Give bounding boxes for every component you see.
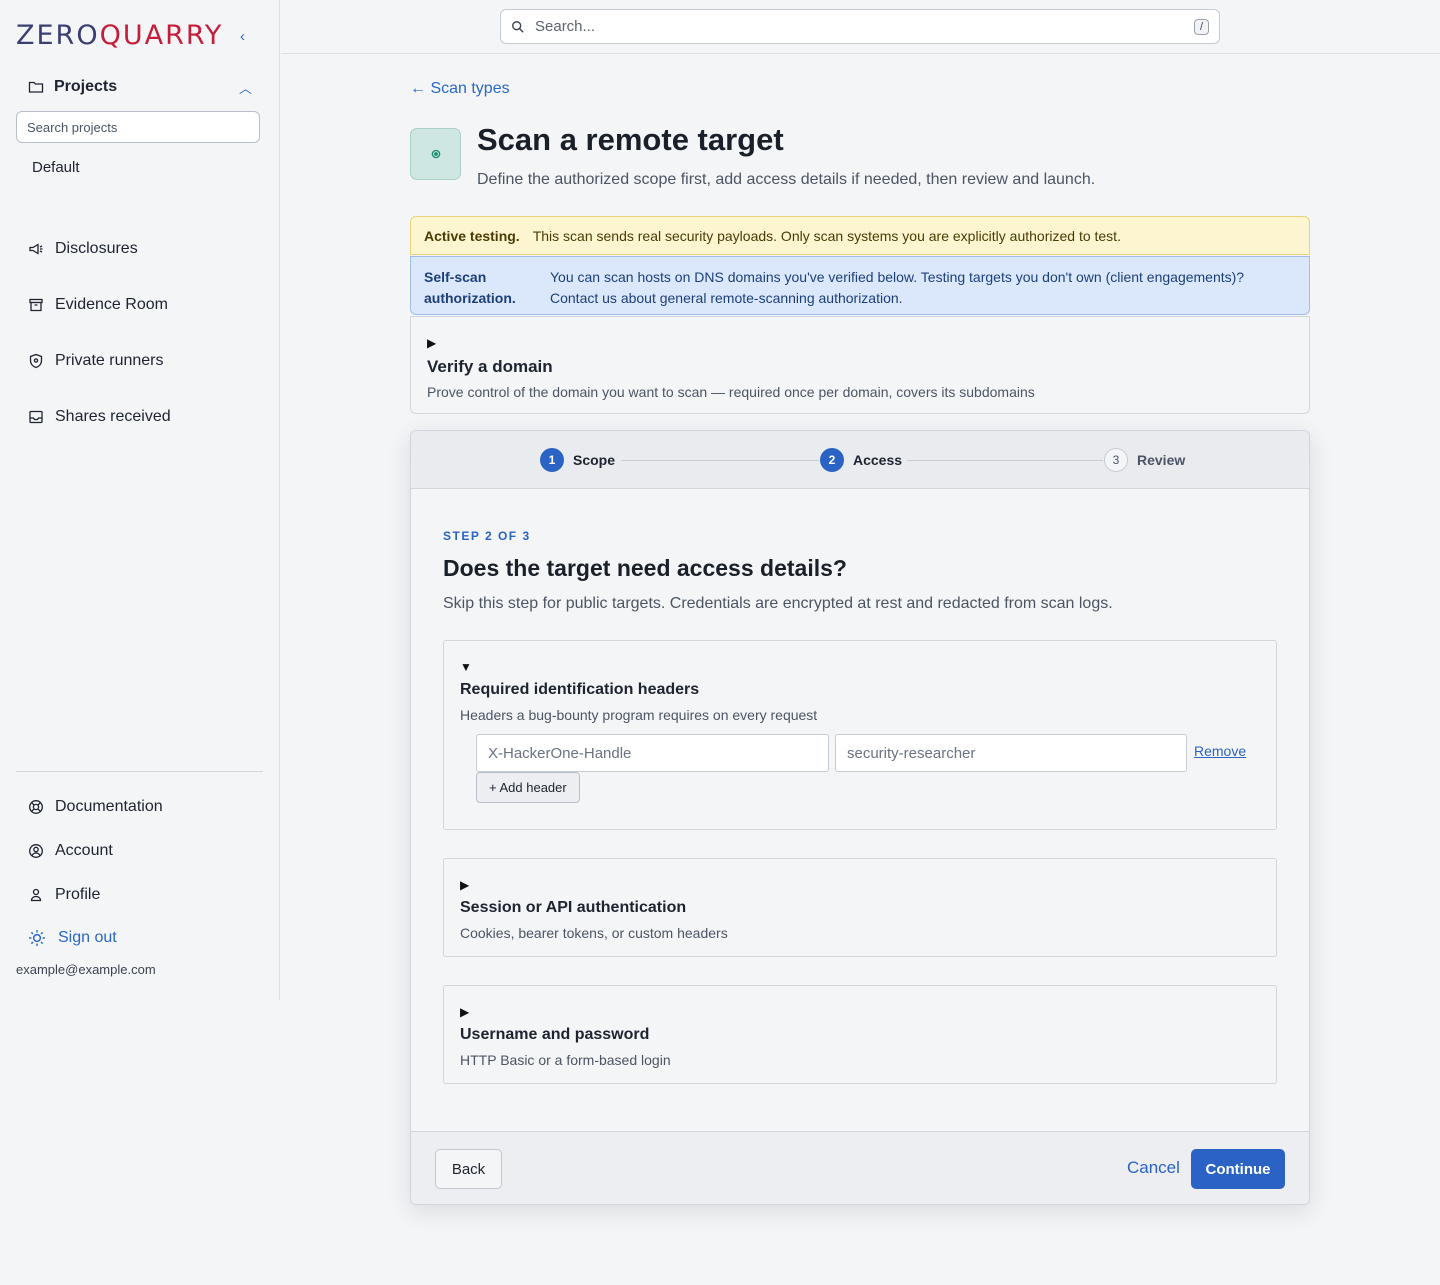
self-scan-info: Self-scan authorization. You can scan ho… xyxy=(410,256,1310,315)
search-projects-input[interactable] xyxy=(16,111,260,143)
sidebar-divider xyxy=(16,771,263,772)
target-icon xyxy=(431,149,440,159)
step-desc: Skip this step for public targets. Crede… xyxy=(443,595,1113,612)
page-subtitle: Define the authorized scope first, add a… xyxy=(477,171,1096,188)
identification-headers-section: ▼ Required identification headers Header… xyxy=(443,640,1277,830)
brand-left: ZERO xyxy=(16,20,100,51)
global-search-input[interactable] xyxy=(535,18,1194,35)
global-search[interactable]: / xyxy=(500,9,1220,44)
section-desc: Cookies, bearer tokens, or custom header… xyxy=(460,925,728,941)
cancel-button[interactable]: Cancel xyxy=(1127,1158,1180,1178)
wizard-stepper: 1 Scope 2 Access 3 Review xyxy=(411,431,1309,489)
verify-domain-title: Verify a domain xyxy=(427,357,553,376)
active-testing-warning: Active testing. This scan sends real sec… xyxy=(410,216,1310,255)
sun-icon xyxy=(29,930,45,946)
nav-label: Sign out xyxy=(58,929,117,946)
nav-documentation[interactable]: Documentation xyxy=(28,796,163,818)
nav-private-runners[interactable]: Private runners xyxy=(28,350,164,372)
topbar: / xyxy=(281,0,1440,54)
nav-label: Account xyxy=(55,842,113,859)
step-connector xyxy=(907,460,1103,461)
back-to-scan-types-link[interactable]: ← Scan types xyxy=(410,80,510,98)
section-desc: HTTP Basic or a form-based login xyxy=(460,1052,671,1068)
nav-label: Disclosures xyxy=(55,240,138,257)
step-label: Review xyxy=(1137,452,1186,468)
chevron-up-icon: ︿ xyxy=(238,80,252,96)
project-item-default[interactable]: Default xyxy=(32,159,80,176)
shield-icon xyxy=(29,353,43,369)
step-label: Scope xyxy=(573,452,616,468)
step-number: 2 xyxy=(820,448,844,472)
step-review[interactable]: 3 Review xyxy=(1104,448,1185,472)
brand-logo[interactable]: ZEROQUARRY xyxy=(16,20,223,51)
add-header-button[interactable]: + Add header xyxy=(476,772,580,803)
disclosure-closed-icon[interactable]: ▶ xyxy=(460,878,469,892)
section-title: Required identification headers xyxy=(460,681,700,698)
nav-disclosures[interactable]: Disclosures xyxy=(28,238,138,260)
step-scope[interactable]: 1 Scope xyxy=(540,448,615,472)
step-kicker: STEP 2 OF 3 xyxy=(443,529,531,543)
sidebar: ZEROQUARRY ‹ Projects ︿ Default Disclosu… xyxy=(0,0,280,1000)
nav-label: Documentation xyxy=(55,798,163,815)
collapse-sidebar-icon[interactable]: ‹ xyxy=(240,28,245,45)
user-email: example@example.com xyxy=(16,962,156,977)
scan-type-icon-tile xyxy=(410,128,461,180)
archive-icon xyxy=(29,298,43,312)
page-title: Scan a remote target xyxy=(477,122,784,157)
section-title: Session or API authentication xyxy=(460,899,687,916)
section-desc: Headers a bug-bounty program requires on… xyxy=(460,707,818,723)
session-auth-section[interactable]: ▶ Session or API authentication Cookies,… xyxy=(443,858,1277,957)
scan-wizard: 1 Scope 2 Access 3 Review STEP 2 OF 3 Do… xyxy=(410,430,1310,1205)
header-name-input[interactable] xyxy=(476,734,829,772)
info-text: You can scan hosts on DNS domains you've… xyxy=(550,269,1245,306)
user-circle-icon xyxy=(29,844,43,858)
inbox-icon xyxy=(29,410,43,424)
info-label: Self-scan authorization. xyxy=(424,269,516,306)
user-icon xyxy=(30,888,42,902)
remove-header-link[interactable]: Remove xyxy=(1194,743,1246,759)
nav-profile[interactable]: Profile xyxy=(28,884,100,906)
projects-label: Projects xyxy=(54,78,118,95)
projects-toggle[interactable]: Projects ︿ xyxy=(28,76,252,98)
header-value-input[interactable] xyxy=(835,734,1187,772)
step-label: Access xyxy=(853,452,903,468)
disclosure-closed-icon[interactable]: ▶ xyxy=(460,1005,469,1019)
disclosure-closed-icon[interactable]: ▶ xyxy=(427,336,436,350)
verify-domain-panel[interactable]: ▶ Verify a domain Prove control of the d… xyxy=(410,316,1310,414)
back-button[interactable]: Back xyxy=(435,1149,502,1189)
step-number: 1 xyxy=(540,448,564,472)
disclosure-open-icon[interactable]: ▼ xyxy=(460,660,472,674)
warning-label: Active testing. xyxy=(424,227,520,244)
search-shortcut-key: / xyxy=(1193,18,1209,35)
step-number: 3 xyxy=(1104,448,1128,472)
nav-evidence-room[interactable]: Evidence Room xyxy=(28,294,168,316)
lifebuoy-icon xyxy=(29,800,43,814)
verify-domain-desc: Prove control of the domain you want to … xyxy=(427,384,1035,400)
brand-right: QUARRY xyxy=(99,20,224,51)
step-access[interactable]: 2 Access xyxy=(820,448,902,472)
nav-sign-out[interactable]: Sign out xyxy=(28,927,117,949)
megaphone-icon xyxy=(29,243,43,255)
search-icon xyxy=(512,20,524,33)
section-title: Username and password xyxy=(460,1026,650,1043)
nav-shares-received[interactable]: Shares received xyxy=(28,406,171,428)
folder-icon xyxy=(28,81,44,93)
warning-text: This scan sends real security payloads. … xyxy=(532,227,1121,244)
nav-label: Private runners xyxy=(55,352,164,369)
nav-account[interactable]: Account xyxy=(28,840,113,862)
nav-label: Profile xyxy=(55,886,101,903)
step-connector xyxy=(621,460,819,461)
nav-label: Shares received xyxy=(55,408,171,425)
continue-button[interactable]: Continue xyxy=(1191,1149,1285,1189)
step-title: Does the target need access details? xyxy=(443,555,847,581)
basic-auth-section[interactable]: ▶ Username and password HTTP Basic or a … xyxy=(443,985,1277,1084)
wizard-footer: Back Cancel Continue xyxy=(411,1131,1309,1204)
nav-label: Evidence Room xyxy=(55,296,168,313)
